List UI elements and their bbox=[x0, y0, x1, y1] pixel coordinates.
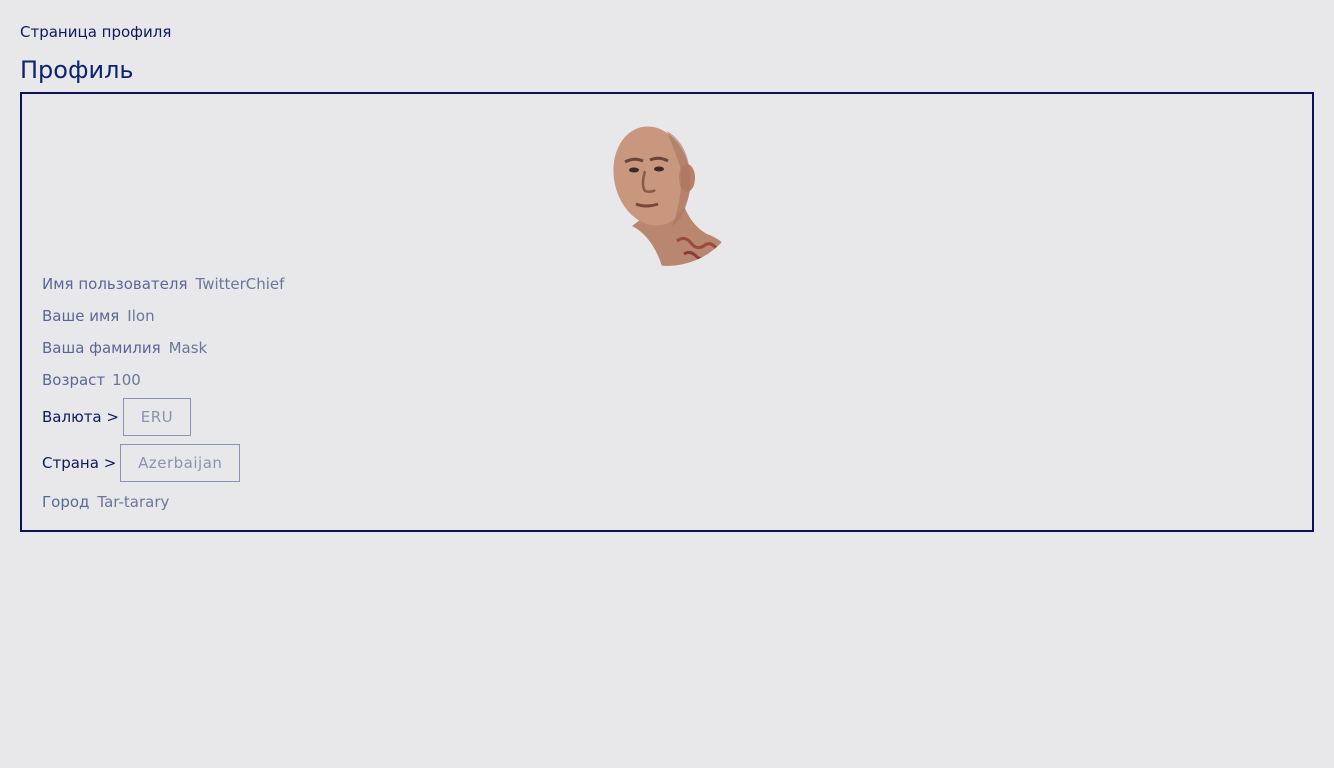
country-select[interactable]: Azerbaijan bbox=[120, 444, 241, 482]
currency-label: Валюта > bbox=[42, 408, 119, 426]
age-value: 100 bbox=[112, 371, 141, 389]
city-field: Город Tar-tarary bbox=[42, 492, 1292, 512]
username-label: Имя пользователя bbox=[42, 275, 188, 293]
firstname-label: Ваше имя bbox=[42, 307, 120, 325]
currency-select[interactable]: ERU bbox=[122, 398, 191, 436]
firstname-field: Ваше имя Ilon bbox=[42, 306, 1292, 326]
username-value: TwitterChief bbox=[195, 275, 285, 293]
page-title: Профиль bbox=[20, 56, 134, 84]
city-label: Город bbox=[42, 493, 90, 511]
username-field: Имя пользователя TwitterChief bbox=[42, 274, 1292, 294]
profile-card: Имя пользователя TwitterChief Ваше имя I… bbox=[20, 92, 1314, 532]
currency-row: Валюта > ERU bbox=[42, 398, 1292, 436]
country-label: Страна > bbox=[42, 454, 117, 472]
avatar-photo-icon bbox=[592, 116, 742, 266]
lastname-label: Ваша фамилия bbox=[42, 339, 161, 357]
avatar bbox=[592, 116, 742, 266]
age-field: Возраст 100 bbox=[42, 370, 1292, 390]
lastname-field: Ваша фамилия Mask bbox=[42, 338, 1292, 358]
lastname-value: Mask bbox=[168, 339, 208, 357]
age-label: Возраст bbox=[42, 371, 106, 389]
breadcrumb[interactable]: Страница профиля bbox=[20, 22, 1314, 42]
firstname-value: Ilon bbox=[127, 307, 155, 325]
profile-page: Страница профиля Профиль Имя пользовател… bbox=[0, 0, 1334, 768]
country-row: Страна > Azerbaijan bbox=[42, 444, 1292, 482]
avatar-container bbox=[42, 116, 1292, 266]
city-value: Tar-tarary bbox=[97, 493, 170, 511]
